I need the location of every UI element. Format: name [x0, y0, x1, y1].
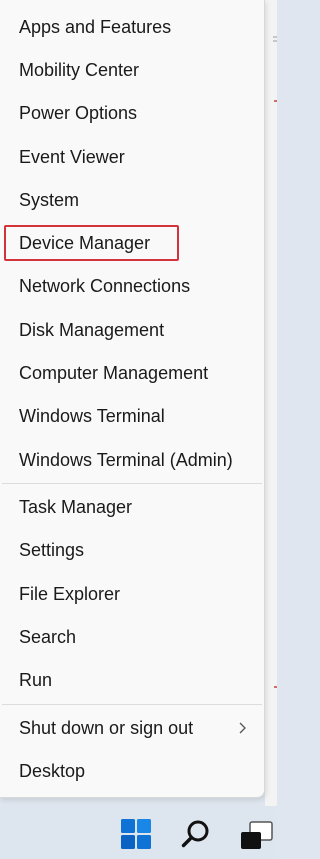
menu-item-windows-terminal[interactable]: Windows Terminal: [0, 396, 264, 436]
menu-item-mobility-center[interactable]: Mobility Center: [0, 50, 264, 90]
menu-item-label: Device Manager: [19, 232, 151, 253]
menu-item-label: Network Connections: [19, 275, 191, 296]
menu-item-label: Search: [19, 626, 77, 647]
menu-item-event-viewer[interactable]: Event Viewer: [0, 137, 264, 177]
menu-item-device-manager[interactable]: Device Manager: [0, 223, 264, 263]
menu-item-file-explorer[interactable]: File Explorer: [0, 574, 264, 614]
menu-separator: [2, 704, 262, 705]
menu-item-search[interactable]: Search: [0, 617, 264, 657]
menu-item-label: Windows Terminal (Admin): [19, 449, 233, 470]
background-accent: [274, 686, 277, 688]
background-tick: [273, 36, 277, 38]
menu-item-disk-management[interactable]: Disk Management: [0, 310, 264, 350]
background-window-edge: [265, 0, 277, 806]
background-tick: [273, 40, 277, 42]
chevron-right-icon: [239, 722, 246, 734]
menu-item-computer-management[interactable]: Computer Management: [0, 353, 264, 393]
menu-item-label: Desktop: [19, 760, 86, 781]
menu-item-windows-terminal-admin[interactable]: Windows Terminal (Admin): [0, 440, 264, 480]
menu-item-label: Disk Management: [19, 319, 165, 340]
menu-item-power-options[interactable]: Power Options: [0, 93, 264, 133]
menu-item-label: System: [19, 189, 80, 210]
taskbar: [0, 806, 277, 859]
search-icon[interactable]: [180, 818, 212, 850]
menu-item-label: File Explorer: [19, 583, 121, 604]
menu-item-settings[interactable]: Settings: [0, 530, 264, 570]
menu-item-label: Event Viewer: [19, 146, 125, 167]
menu-item-apps-and-features[interactable]: Apps and Features: [0, 7, 264, 47]
power-user-menu: Apps and Features Mobility Center Power …: [0, 0, 265, 798]
menu-item-shut-down-or-sign-out[interactable]: Shut down or sign out: [0, 708, 264, 748]
menu-item-label: Mobility Center: [19, 59, 140, 80]
background-accent: [274, 100, 277, 102]
menu-item-run[interactable]: Run: [0, 660, 264, 700]
menu-item-label: Settings: [19, 539, 85, 560]
menu-item-system[interactable]: System: [0, 180, 264, 220]
menu-item-task-manager[interactable]: Task Manager: [0, 487, 264, 527]
menu-item-label: Apps and Features: [19, 16, 172, 37]
task-view-icon[interactable]: [238, 820, 277, 852]
menu-item-label: Run: [19, 669, 53, 690]
menu-item-network-connections[interactable]: Network Connections: [0, 266, 264, 306]
menu-separator: [2, 483, 262, 484]
windows-start-icon[interactable]: [120, 818, 152, 850]
menu-item-label: Computer Management: [19, 362, 209, 383]
menu-item-label: Power Options: [19, 102, 138, 123]
menu-item-label: Windows Terminal: [19, 405, 165, 426]
menu-item-label: Task Manager: [19, 496, 133, 517]
menu-item-label: Shut down or sign out: [19, 717, 194, 738]
menu-item-desktop[interactable]: Desktop: [0, 751, 264, 791]
